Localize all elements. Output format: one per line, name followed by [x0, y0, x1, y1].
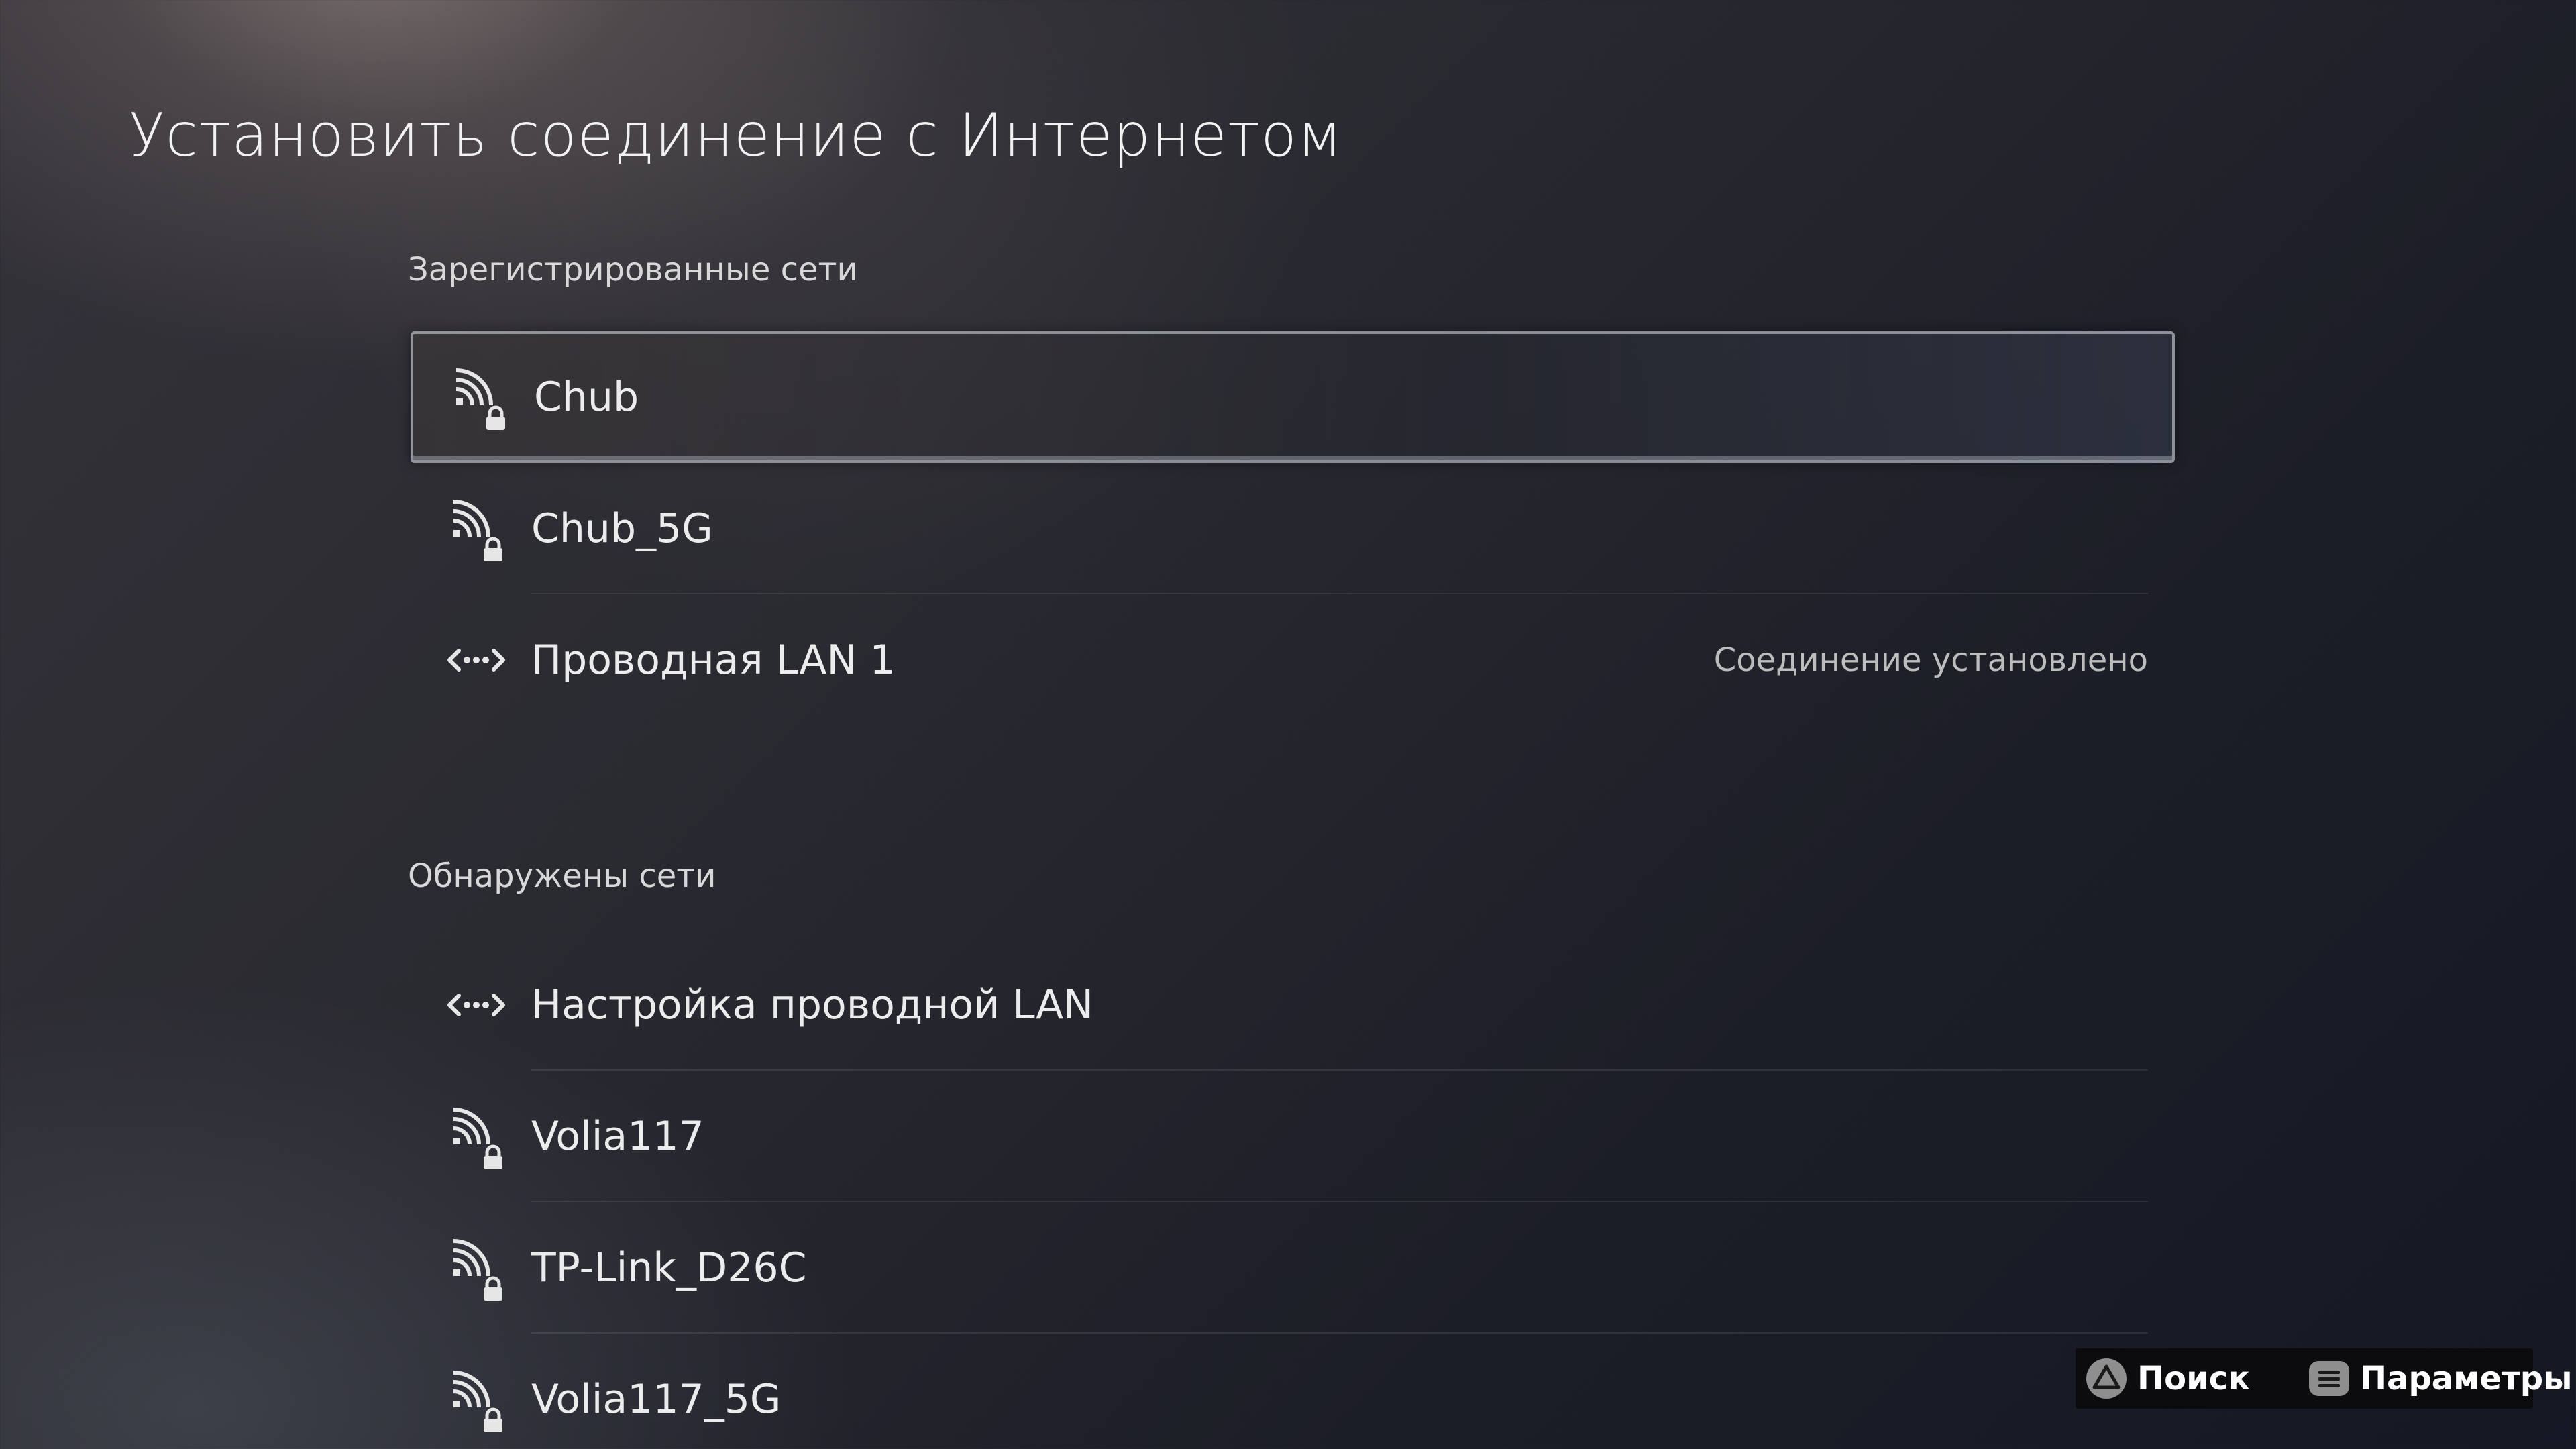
options-button-icon — [2308, 1361, 2349, 1396]
wifi-lock-icon — [447, 364, 511, 431]
network-name: TP-Link_D26C — [531, 1244, 807, 1291]
network-item-wired-lan-1[interactable]: Проводная LAN 1 Соединение установлено — [411, 594, 2175, 726]
wifi-lock-icon — [444, 1103, 508, 1170]
network-name: Настройка проводной LAN — [531, 981, 1094, 1028]
registered-networks-label: Зарегистрированные сети — [408, 251, 858, 288]
search-hint-label: Поиск — [2137, 1360, 2250, 1397]
page-title: Установить соединение с Интернетом — [129, 101, 1343, 170]
search-hint[interactable]: Поиск — [2076, 1348, 2250, 1409]
network-item-chub-5g[interactable]: Chub_5G — [411, 463, 2175, 594]
wifi-lock-icon — [444, 1234, 508, 1301]
button-hints-bar: Поиск Параметры — [2076, 1348, 2573, 1409]
registered-networks-list: Chub Chub_5G Проводная LAN 1 Соединение … — [411, 331, 2175, 726]
network-name: Volia117 — [531, 1113, 704, 1160]
network-item-volia117[interactable]: Volia117 — [411, 1071, 2175, 1202]
wifi-lock-icon — [444, 1366, 508, 1433]
network-item-volia117-5g[interactable]: Volia117_5G — [411, 1334, 2175, 1449]
network-item-chub[interactable]: Chub — [411, 331, 2175, 463]
network-name: Проводная LAN 1 — [531, 637, 896, 684]
network-item-tp-link-d26c[interactable]: TP-Link_D26C — [411, 1202, 2175, 1334]
ethernet-icon — [444, 971, 508, 1038]
options-hint[interactable]: Параметры — [2298, 1348, 2573, 1409]
detected-networks-label: Обнаружены сети — [408, 857, 716, 895]
network-item-wired-lan-setup[interactable]: Настройка проводной LAN — [411, 939, 2175, 1071]
network-name: Chub — [534, 374, 639, 421]
ethernet-icon — [444, 627, 508, 694]
network-name: Chub_5G — [531, 505, 713, 552]
detected-networks-list: Настройка проводной LAN Volia117 TP-Link… — [411, 939, 2175, 1449]
triangle-button-icon — [2086, 1358, 2127, 1399]
wifi-lock-icon — [444, 495, 508, 562]
connection-status: Соединение установлено — [1713, 641, 2148, 679]
network-name: Volia117_5G — [531, 1376, 782, 1423]
options-hint-label: Параметры — [2359, 1360, 2573, 1397]
